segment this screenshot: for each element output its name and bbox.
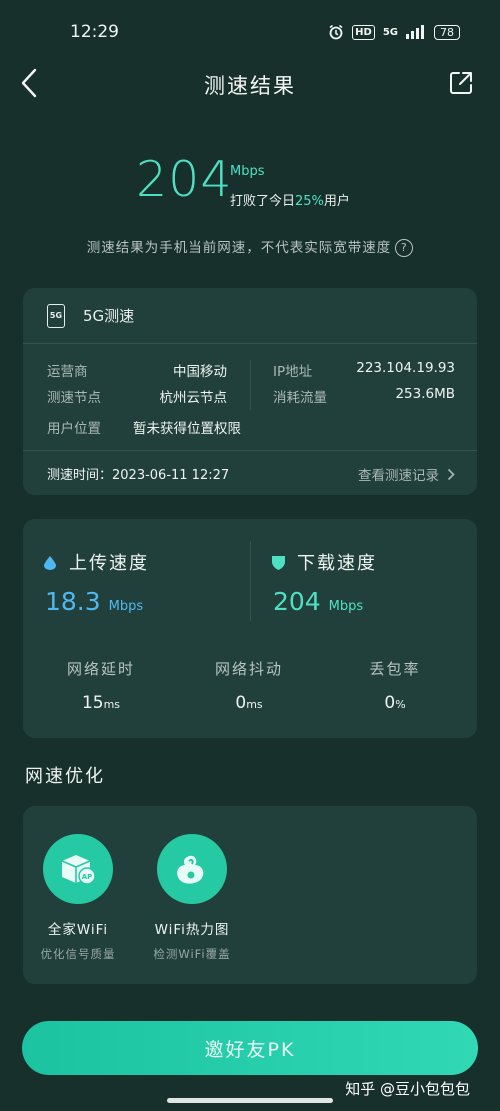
tool-home-wifi[interactable]: AP 全家WiFi 优化信号质量 <box>23 834 133 962</box>
node-value: 杭州云节点 <box>159 390 228 406</box>
divider <box>23 450 477 451</box>
download-label: 下载速度 <box>297 553 377 574</box>
packet-loss-label: 丢包率 <box>369 660 421 678</box>
tool-name: WiFi热力图 <box>154 922 230 938</box>
invite-friend-pk-button[interactable]: 邀好友PK <box>22 1021 478 1075</box>
upload-speed: 18.3 Mbps <box>45 587 144 616</box>
tool-wifi-heatmap[interactable]: WiFi热力图 检测WiFi覆盖 <box>137 834 247 962</box>
location-label: 用户位置 <box>47 421 101 437</box>
upload-label: 上传速度 <box>69 553 149 574</box>
tool-desc: 优化信号质量 <box>40 947 116 961</box>
beat-percentage: 25% <box>295 194 324 209</box>
optimize-tools-card: AP 全家WiFi 优化信号质量 WiFi热力图 检测WiFi覆盖 <box>23 806 477 984</box>
heatmap-icon <box>157 834 227 904</box>
node-label: 测速节点 <box>47 390 101 406</box>
section-title-optimize: 网速优化 <box>25 766 105 787</box>
ap-box-icon: AP <box>43 834 113 904</box>
ip-value: 223.104.19.93 <box>356 360 455 376</box>
network-label: 5G <box>382 26 398 38</box>
test-info-card: 5G 5G测速 运营商 中国移动 IP地址 223.104.19.93 测速节点… <box>23 288 477 495</box>
test-type-title: 5G测速 <box>83 307 135 325</box>
view-records-link[interactable]: 查看测速记录 <box>358 464 455 484</box>
beat-percentage-text: 打败了今日25%用户 <box>230 194 350 209</box>
alarm-icon <box>329 24 343 40</box>
status-icons: HD 5G 78 <box>328 24 460 40</box>
jitter-label: 网络抖动 <box>214 660 283 678</box>
hero-speed-unit: Mbps <box>230 164 265 179</box>
jitter-value: 0ms <box>235 693 263 713</box>
signal-icon <box>406 25 424 39</box>
help-icon[interactable]: ? <box>395 239 414 257</box>
battery-icon: 78 <box>434 24 460 40</box>
home-indicator[interactable] <box>167 1098 333 1103</box>
latency-value: 15ms <box>81 693 121 713</box>
share-icon[interactable] <box>448 70 474 96</box>
5g-sim-icon: 5G <box>47 304 65 328</box>
hero-speed-value: 204 <box>136 151 233 208</box>
speed-disclaimer: 测速结果为手机当前网速，不代表实际宽带速度? <box>0 236 500 257</box>
status-time: 12:29 <box>70 22 119 42</box>
packet-loss-value: 0% <box>384 693 406 713</box>
download-shield-icon <box>272 556 285 570</box>
tool-desc: 检测WiFi覆盖 <box>153 947 231 961</box>
column-divider <box>250 541 251 621</box>
page-title: 测速结果 <box>204 74 296 98</box>
hd-badge: HD <box>352 24 375 40</box>
watermark: 知乎 @豆小包包包 <box>345 1080 470 1098</box>
chevron-right-icon <box>447 468 455 480</box>
tool-name: 全家WiFi <box>47 922 109 938</box>
data-usage-label: 消耗流量 <box>273 390 327 406</box>
carrier-value: 中国移动 <box>173 364 227 380</box>
speed-detail-card: 上传速度 18.3 Mbps 下载速度 204 Mbps 网络延时 15ms 网… <box>23 519 477 738</box>
upload-drop-icon <box>44 556 56 570</box>
ip-label: IP地址 <box>273 364 313 380</box>
status-bar: 12:29 HD 5G 78 <box>0 0 500 62</box>
carrier-label: 运营商 <box>47 364 88 380</box>
column-divider <box>250 360 251 410</box>
svg-text:AP: AP <box>82 873 93 881</box>
latency-label: 网络延时 <box>66 660 135 678</box>
download-speed: 204 Mbps <box>273 587 364 616</box>
data-usage-value: 253.6MB <box>395 386 455 402</box>
location-value: 暂未获得位置权限 <box>133 421 241 437</box>
divider <box>23 343 477 344</box>
test-time: 测速时间：2023-06-11 12:27 <box>47 468 230 483</box>
